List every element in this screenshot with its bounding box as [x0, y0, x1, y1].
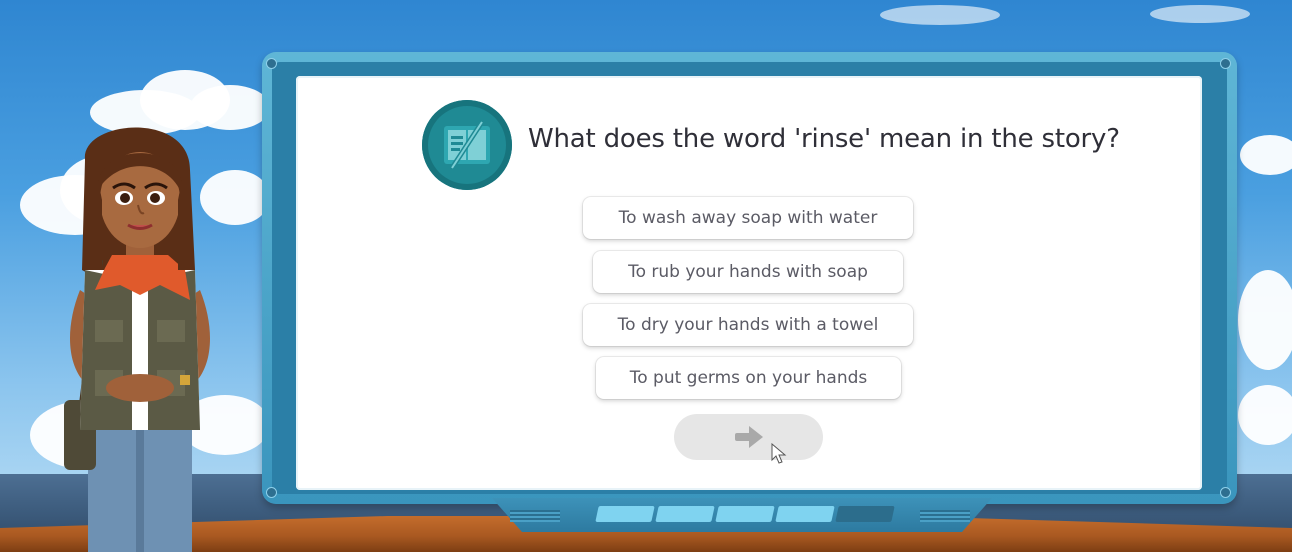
next-button[interactable]: [674, 414, 823, 460]
question-text: What does the word 'rinse' mean in the s…: [528, 124, 1120, 154]
game-scene: What does the word 'rinse' mean in the s…: [0, 0, 1292, 552]
answer-option-3[interactable]: To dry your hands with a towel: [583, 304, 913, 346]
answer-option-4[interactable]: To put germs on your hands: [596, 357, 901, 399]
answer-option-1[interactable]: To wash away soap with water: [583, 197, 913, 239]
vocabulary-book-icon: [422, 100, 512, 190]
progress-segment: [655, 506, 715, 522]
progress-segment: [595, 506, 655, 522]
vent-right: [920, 510, 970, 522]
answer-label: To wash away soap with water: [618, 208, 878, 228]
guide-character: [64, 127, 210, 552]
progress-segment: [775, 506, 835, 522]
mouse-cursor-icon: [771, 443, 787, 464]
answer-label: To put germs on your hands: [629, 368, 868, 388]
progress-segment: [835, 506, 895, 522]
answer-option-2[interactable]: To rub your hands with soap: [593, 251, 903, 293]
answer-label: To dry your hands with a towel: [617, 315, 879, 335]
vent-left: [510, 510, 560, 522]
arrow-right-icon: [734, 426, 763, 448]
answer-label: To rub your hands with soap: [628, 262, 868, 282]
progress-segment: [715, 506, 775, 522]
